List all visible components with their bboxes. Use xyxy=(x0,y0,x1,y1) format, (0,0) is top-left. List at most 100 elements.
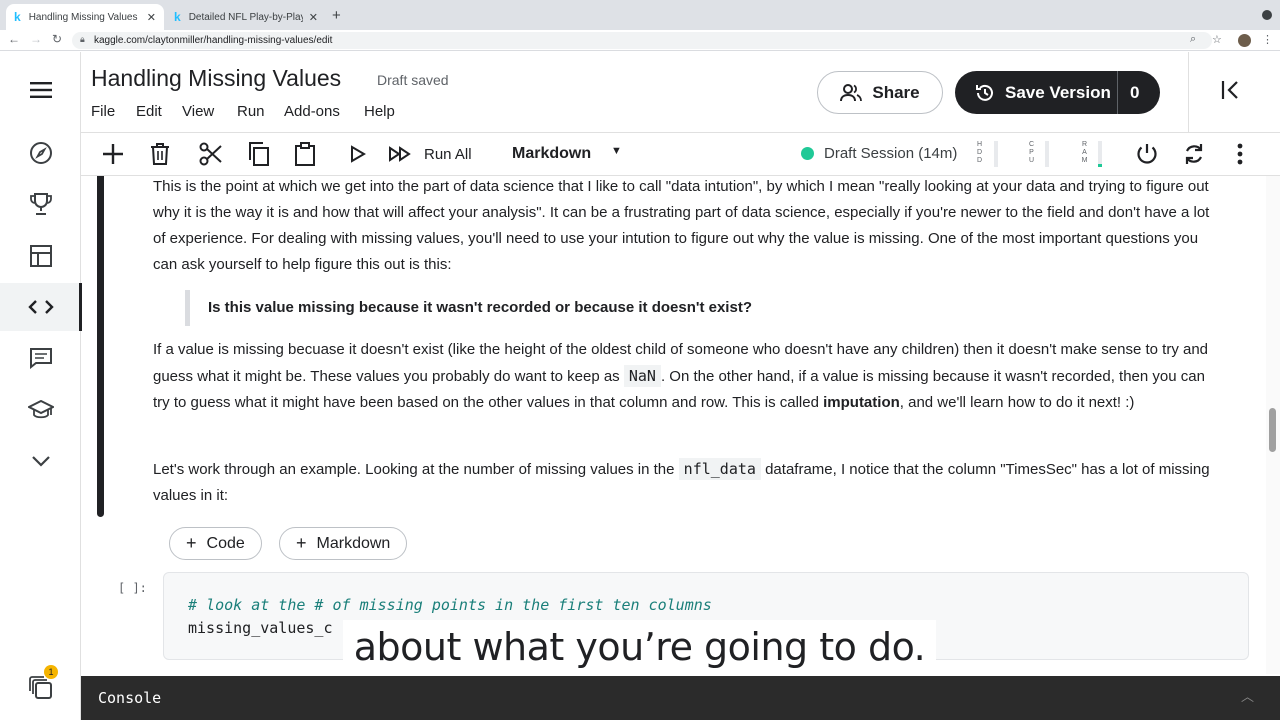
blockquote: Is this value missing because it wasn't … xyxy=(185,290,1185,326)
code-comment: # look at the # of missing points in the… xyxy=(188,596,712,614)
kaggle-favicon-icon: k xyxy=(174,10,181,24)
share-button[interactable]: Share xyxy=(817,71,943,114)
cell-execution-prompt: [ ]: xyxy=(118,581,147,595)
browser-tab-active[interactable]: k Handling Missing Values | Kaggle ✕ xyxy=(6,4,164,30)
avatar[interactable] xyxy=(1238,34,1251,47)
ram-meter-label: RAM xyxy=(1081,141,1088,164)
more-chevron-down-icon[interactable] xyxy=(0,437,81,485)
code-icon[interactable] xyxy=(0,283,82,331)
divider xyxy=(1117,71,1118,114)
url-field[interactable]: kaggle.com/claytonmiller/handling-missin… xyxy=(72,32,1212,49)
forward-icon[interactable]: → xyxy=(30,32,42,46)
console-panel[interactable]: Console ︿ xyxy=(81,676,1280,720)
browser-tab-bar: k Handling Missing Values | Kaggle ✕ k D… xyxy=(0,0,1280,30)
save-version-button[interactable]: Save Version 0 xyxy=(955,71,1160,114)
scrollbar-thumb[interactable] xyxy=(1269,408,1276,452)
restart-refresh-icon[interactable] xyxy=(1181,141,1207,167)
draft-status: Draft saved xyxy=(377,72,449,88)
new-tab-icon[interactable]: + xyxy=(332,7,341,24)
copy-icon[interactable] xyxy=(245,141,271,167)
browser-menu-icon[interactable] xyxy=(1262,10,1272,20)
paragraph: This is the point at which we get into t… xyxy=(153,178,1210,273)
paragraph-text: , and we'll learn how to do it next! :) xyxy=(899,394,1135,411)
hdd-meter xyxy=(994,141,998,167)
add-code-cell-button[interactable]: + Code xyxy=(169,527,262,560)
browser-tab[interactable]: k Detailed NFL Play-by-Play Data ✕ xyxy=(166,4,326,30)
add-code-label: Code xyxy=(206,534,245,552)
cut-scissors-icon[interactable] xyxy=(198,141,224,167)
close-tab-icon[interactable]: ✕ xyxy=(309,11,318,24)
version-count: 0 xyxy=(1130,83,1140,102)
lock-icon: 🔒︎ xyxy=(80,34,85,44)
caret-down-icon[interactable]: ▼ xyxy=(611,145,622,157)
paragraph-text: Let's work through an example. Looking a… xyxy=(153,461,679,478)
history-icon xyxy=(976,84,993,101)
notification-badge: 1 xyxy=(44,665,58,679)
share-label: Share xyxy=(872,82,920,102)
scrollbar[interactable] xyxy=(1266,176,1280,674)
plus-icon: + xyxy=(296,533,307,553)
code-line: missing_values_c xyxy=(188,619,333,637)
notebook-toolbar: Run All Markdown ▼ Draft Session (14m) H… xyxy=(81,133,1280,176)
close-tab-icon[interactable]: ✕ xyxy=(147,11,156,24)
run-all-fast-forward-icon[interactable] xyxy=(387,141,413,167)
inline-code: NaN xyxy=(623,365,661,387)
selected-cell-indicator xyxy=(97,176,104,517)
datasets-table-icon[interactable] xyxy=(0,232,81,280)
learn-graduation-cap-icon[interactable] xyxy=(0,386,81,434)
notebook-content: This is the point at which we get into t… xyxy=(81,176,1266,674)
paste-clipboard-icon[interactable] xyxy=(292,141,318,167)
divider xyxy=(1188,52,1189,133)
bold-term: imputation xyxy=(823,394,900,411)
menu-edit[interactable]: Edit xyxy=(136,103,162,120)
menu-run[interactable]: Run xyxy=(237,103,265,120)
menu-help[interactable]: Help xyxy=(364,103,395,120)
zoom-icon[interactable]: ⌕ xyxy=(1190,33,1196,46)
tab-title: Detailed NFL Play-by-Play Data xyxy=(188,11,303,23)
hdd-meter-label: HDD xyxy=(976,141,983,164)
run-cell-play-icon[interactable] xyxy=(345,141,371,167)
notebook-header: Handling Missing Values Draft saved File… xyxy=(81,52,1280,133)
left-nav-rail xyxy=(0,52,82,720)
cpu-meter-label: CPU xyxy=(1028,141,1035,164)
collapse-panel-icon[interactable] xyxy=(1221,80,1241,100)
discussions-comment-icon[interactable] xyxy=(0,334,81,382)
add-markdown-cell-button[interactable]: + Markdown xyxy=(279,527,408,560)
plus-icon: + xyxy=(186,533,197,553)
add-cell-icon[interactable] xyxy=(100,141,126,167)
back-icon[interactable]: ← xyxy=(8,32,20,46)
add-markdown-label: Markdown xyxy=(316,534,391,552)
cell-type-select[interactable]: Markdown xyxy=(512,145,591,163)
ram-meter xyxy=(1098,141,1102,167)
power-icon[interactable] xyxy=(1134,141,1160,167)
kaggle-favicon-icon: k xyxy=(14,10,21,24)
more-vert-icon[interactable] xyxy=(1227,141,1253,167)
menu-file[interactable]: File xyxy=(91,103,115,120)
delete-icon[interactable] xyxy=(147,141,173,167)
page-title[interactable]: Handling Missing Values xyxy=(91,65,341,92)
your-work-stack-icon[interactable] xyxy=(0,664,81,712)
paragraph: If a value is missing becuase it doesn't… xyxy=(153,337,1218,416)
cpu-meter xyxy=(1045,141,1049,167)
chevron-up-icon[interactable]: ︿ xyxy=(1241,686,1254,705)
menu-add-ons[interactable]: Add-ons xyxy=(284,103,340,120)
reload-icon[interactable]: ↻ xyxy=(52,32,62,46)
bookmark-star-icon[interactable]: ☆ xyxy=(1212,33,1222,46)
inline-code: nfl_data xyxy=(678,458,761,480)
ram-meter-fill xyxy=(1098,164,1102,167)
session-status[interactable]: Draft Session (14m) xyxy=(824,145,957,162)
save-version-label: Save Version xyxy=(1005,82,1111,102)
video-subtitle: about what you’re going to do. xyxy=(343,620,936,678)
paragraph: Let's work through an example. Looking a… xyxy=(153,456,1218,509)
address-bar-row: ← → ↻ kaggle.com/claytonmiller/handling-… xyxy=(0,30,1280,51)
explore-compass-icon[interactable] xyxy=(0,129,81,177)
tab-title: Handling Missing Values | Kaggle xyxy=(28,11,141,23)
console-title: Console xyxy=(98,689,162,707)
more-vert-icon[interactable]: ⋮ xyxy=(1262,33,1273,46)
hamburger-menu-icon[interactable] xyxy=(0,66,81,114)
menu-view[interactable]: View xyxy=(182,103,214,120)
run-all-button[interactable]: Run All xyxy=(424,146,472,163)
people-icon xyxy=(840,83,863,101)
session-status-dot xyxy=(801,147,814,160)
competitions-trophy-icon[interactable] xyxy=(0,180,81,228)
